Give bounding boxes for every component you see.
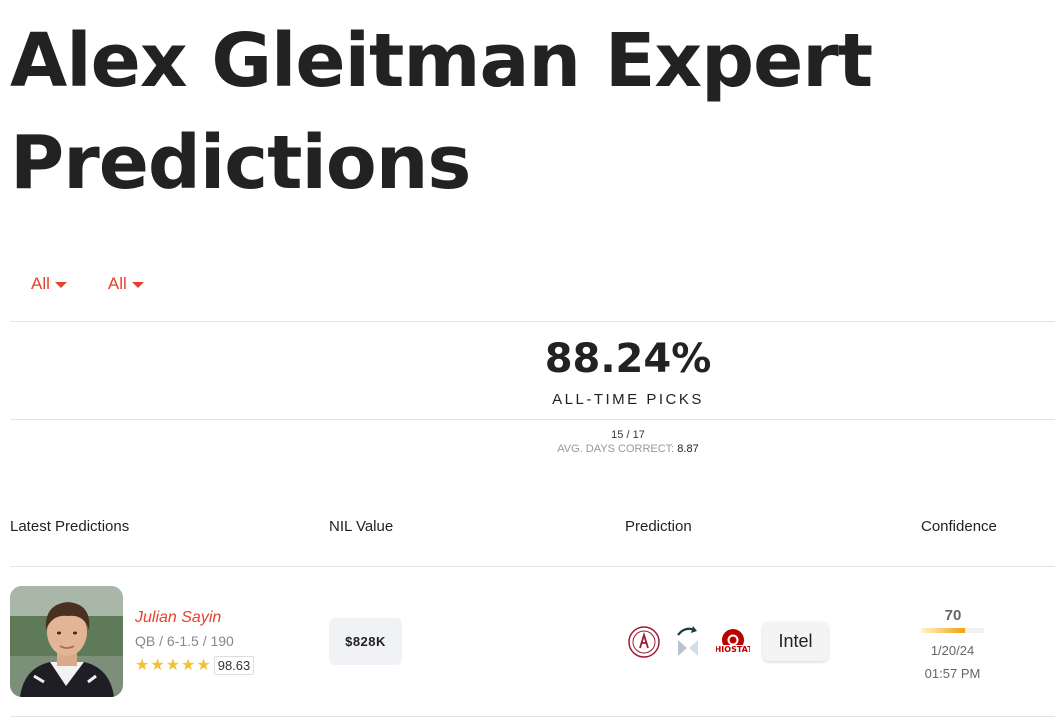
filter-dropdown-2[interactable]: All [108,274,144,294]
prediction-date: 1/20/24 [930,643,975,658]
confidence-bar-fill [921,628,966,633]
all-time-picks-label: ALL-TIME PICKS [552,391,704,408]
star-icon: ★ [135,656,150,674]
prediction-status-badge[interactable]: Intel [763,622,828,661]
player-name-link[interactable]: Julian Sayin [135,609,221,627]
filter-bar: All All [31,274,185,294]
player-photo-image [10,586,123,697]
star-icon: ★ [165,656,181,674]
page-title-line-2: Predictions [10,120,471,206]
confidence-value: 70 [944,607,962,624]
divider [10,566,1055,567]
column-header-confidence: Confidence [921,518,997,535]
filter-dropdown-1[interactable]: All [31,274,67,294]
divider [10,419,1055,420]
player-star-rating: ★ ★ ★ ★ ★ 98.63 [135,656,255,675]
alabama-logo-icon[interactable] [628,626,660,658]
divider [10,716,1055,717]
filter-dropdown-2-label: All [107,274,127,293]
crystal-ball-flip-icon [677,626,698,656]
star-icon: ★ [150,656,165,674]
ohio-state-logo-icon[interactable]: OHIOSTATE [716,625,750,659]
column-header-nil: NIL Value [329,518,394,535]
nil-value-badge[interactable]: $828K [329,618,402,665]
page-title-line-1: Alex Gleitman Expert [10,18,873,104]
column-header-latest: Latest Predictions [10,518,130,535]
picks-ratio: 15 / 17 [611,429,645,441]
caret-down-icon [131,282,144,288]
avg-days-correct-label: AVG. DAYS CORRECT: [557,443,675,455]
star-icon: ★ [181,656,196,674]
player-rating: 98.63 [213,656,255,675]
star-icon: ★ [196,656,211,674]
column-header-prediction: Prediction [625,518,692,535]
page-title: Alex Gleitman Expert Predictions [10,10,1010,214]
prediction-time: 01:57 PM [924,666,981,681]
player-position-size: QB / 6-1.5 / 190 [135,633,234,649]
all-time-percentage: 88.24% [544,336,712,382]
confidence-bar [921,628,984,633]
divider [10,321,1055,322]
svg-text:OHIOSTATE: OHIOSTATE [716,645,750,654]
player-photo[interactable] [10,586,123,697]
avg-days-correct-value: 8.87 [677,443,699,455]
filter-dropdown-1-label: All [31,274,50,293]
avg-days-correct: AVG. DAYS CORRECT: 8.87 [430,443,826,455]
caret-down-icon [54,282,67,288]
